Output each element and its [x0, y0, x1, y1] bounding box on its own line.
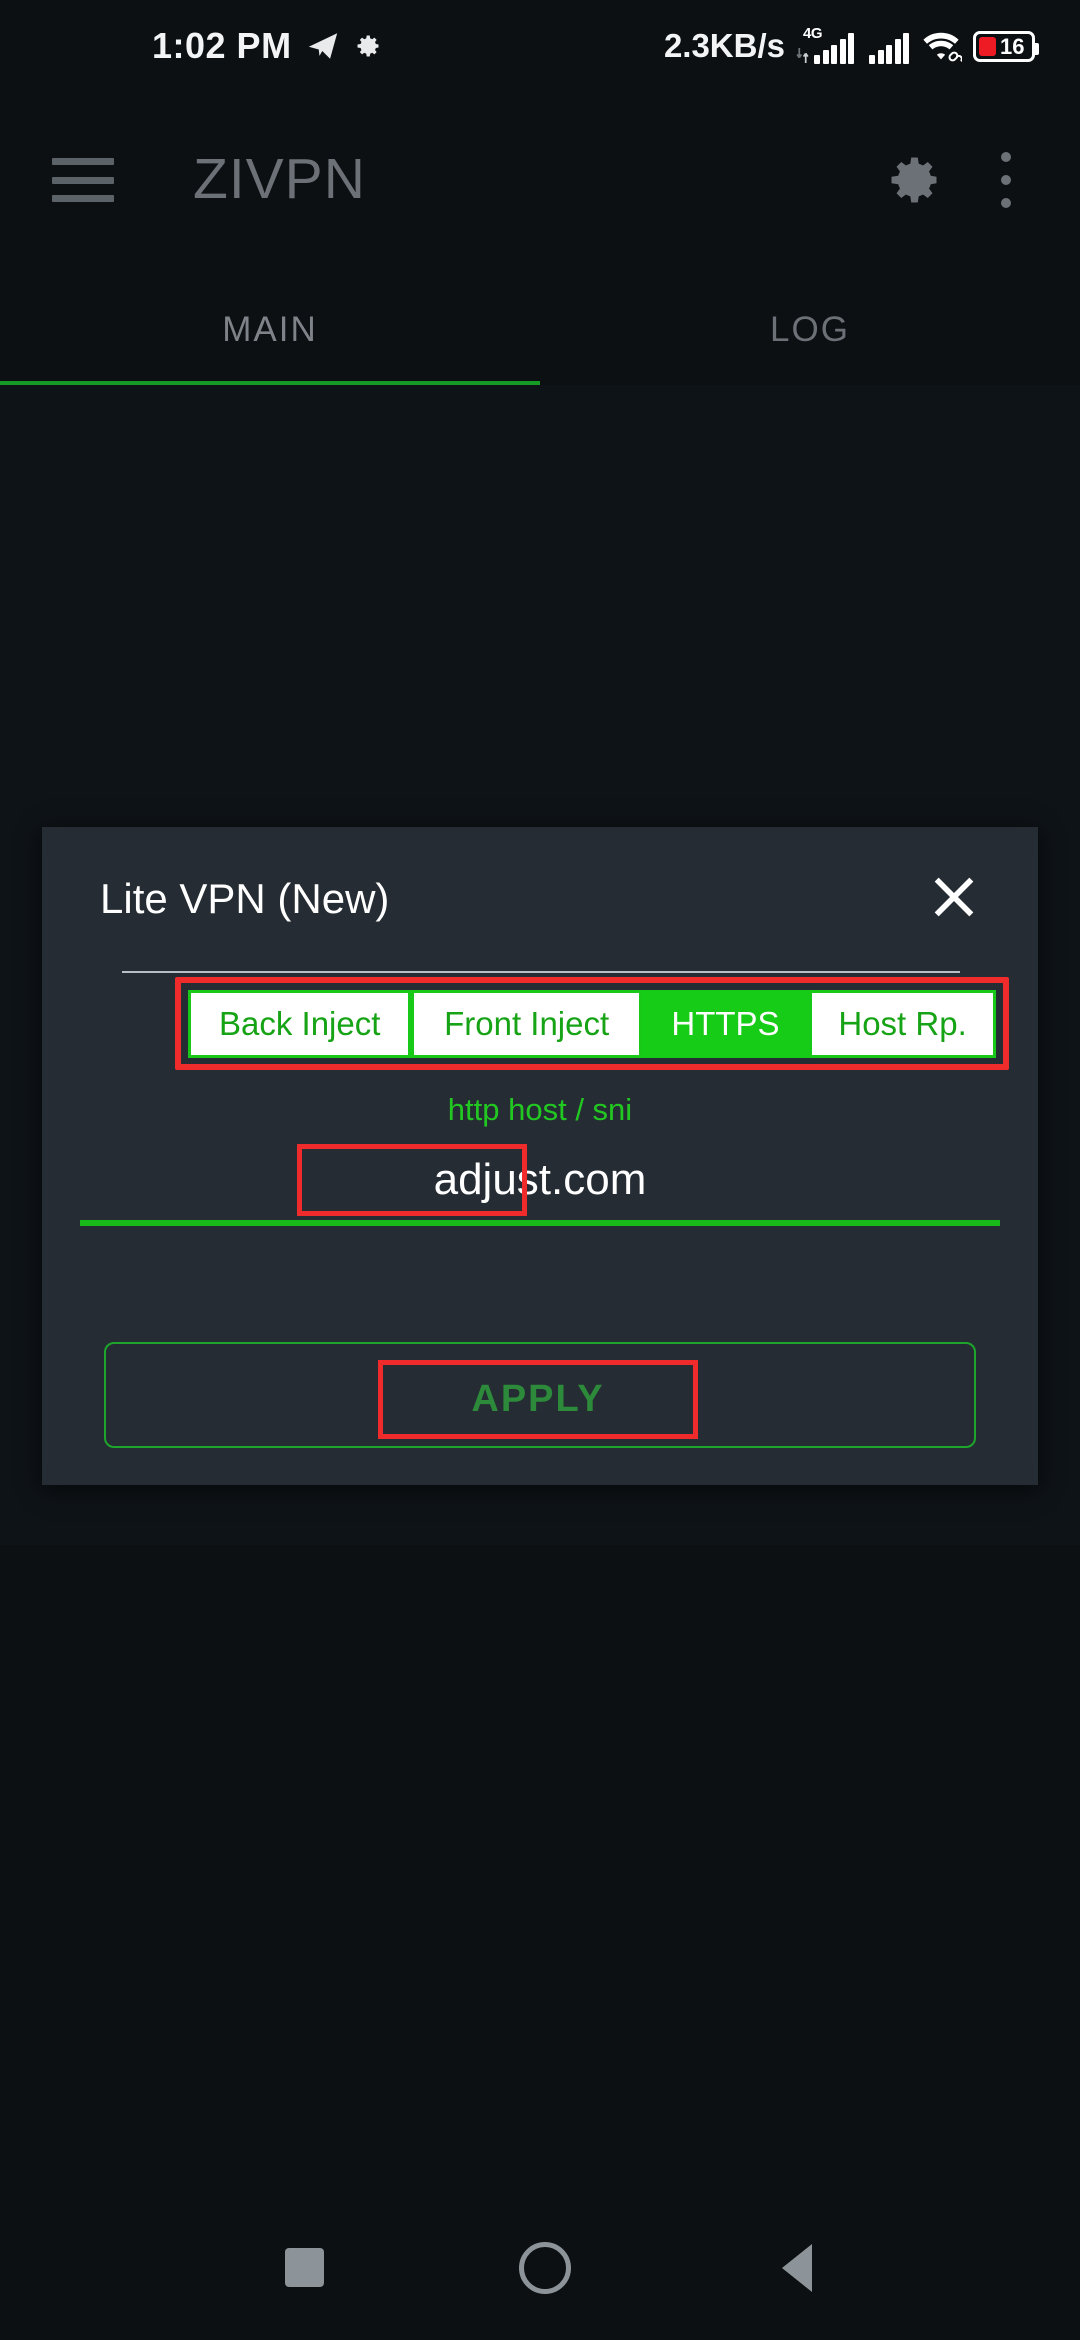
- data-arrows-icon: [796, 48, 809, 63]
- battery-level: 16: [1000, 33, 1025, 59]
- lite-vpn-dialog: Lite VPN (New) Back Inject Front Inject …: [42, 827, 1038, 1485]
- gear-icon[interactable]: [884, 150, 944, 210]
- network-speed: 2.3KB/s: [663, 27, 785, 64]
- status-bar: 1:02 PM 2.3KB/s 4G 16: [0, 0, 1080, 92]
- hamburger-icon[interactable]: [52, 158, 114, 202]
- signal-bars-icon: 4G: [796, 25, 854, 64]
- status-bar-right: 2.3KB/s 4G 16: [663, 25, 1039, 65]
- field-hint-label: http host / sni: [447, 1092, 633, 1127]
- phone-screen: 1:02 PM 2.3KB/s 4G 16 ZIVPN MAIN LOG Lit…: [0, 0, 1080, 2340]
- circle-home-icon[interactable]: [519, 2242, 571, 2294]
- page-title: ZIVPN: [193, 147, 366, 211]
- wifi-icon: [920, 29, 963, 63]
- host-sni-input[interactable]: adjust.com: [80, 1144, 1000, 1222]
- status-clock: 1:02 PM: [152, 25, 292, 66]
- segment-https[interactable]: HTTPS: [641, 990, 810, 1058]
- close-icon[interactable]: [928, 871, 980, 923]
- host-sni-value: adjust.com: [433, 1155, 647, 1204]
- segment-host-rp[interactable]: Host Rp.: [809, 990, 997, 1058]
- tab-bar: MAIN LOG: [0, 275, 1080, 385]
- signal-bars-icon-2: [865, 28, 909, 64]
- tab-main[interactable]: MAIN: [0, 275, 540, 385]
- input-underline: [80, 1220, 1000, 1226]
- segment-back-inject[interactable]: Back Inject: [188, 990, 412, 1058]
- battery-fill: [979, 36, 996, 56]
- input-annotation-box: [297, 1144, 527, 1216]
- network-type-label: 4G: [803, 25, 823, 42]
- mode-segmented-control: Back Inject Front Inject HTTPS Host Rp.: [188, 990, 997, 1058]
- segment-front-inject[interactable]: Front Inject: [411, 990, 642, 1058]
- square-recents-icon[interactable]: [285, 2248, 324, 2287]
- triangle-back-icon[interactable]: [782, 2244, 812, 2292]
- status-bar-left: 1:02 PM: [152, 25, 382, 67]
- telegram-icon: [308, 33, 337, 59]
- tab-log[interactable]: LOG: [540, 275, 1080, 385]
- kebab-menu-icon[interactable]: [1000, 152, 1012, 208]
- dialog-divider: [122, 971, 960, 973]
- android-nav-bar: [0, 2200, 1080, 2340]
- app-bar: ZIVPN: [0, 120, 1080, 240]
- gear-icon: [357, 35, 379, 57]
- signal-bars-2: [869, 33, 909, 64]
- dialog-title: Lite VPN (New): [100, 875, 390, 922]
- apply-annotation-box: [378, 1360, 698, 1439]
- battery-icon: 16: [973, 30, 1039, 62]
